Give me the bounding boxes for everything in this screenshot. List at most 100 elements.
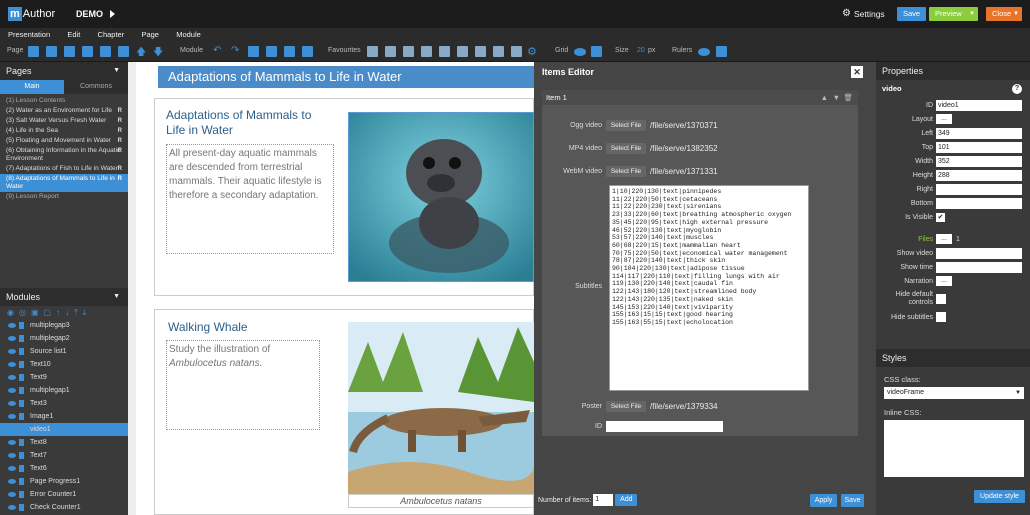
update-style-button[interactable]: Update style	[974, 490, 1025, 503]
ogg-select-file-button[interactable]: Select File	[606, 120, 646, 131]
menu-presentation[interactable]: Presentation	[8, 30, 50, 39]
hide-all-icon[interactable]: ◎	[19, 308, 26, 317]
help-icon[interactable]: ?	[1012, 84, 1022, 94]
visibility-eye-icon[interactable]	[8, 466, 16, 471]
module-item[interactable]: Text8	[0, 436, 128, 449]
visibility-eye-icon[interactable]	[8, 479, 16, 484]
save-button[interactable]: Save	[897, 7, 927, 21]
collapse-icon[interactable]: ▼	[113, 288, 120, 306]
project-name[interactable]: DEMO	[76, 9, 103, 19]
lock-icon[interactable]	[19, 374, 24, 381]
property-input[interactable]	[936, 197, 1022, 209]
illustration-caption[interactable]: Ambulocetus natans	[348, 494, 534, 508]
show-time-field[interactable]	[936, 261, 1022, 273]
redo-icon[interactable]: ↷	[231, 45, 239, 56]
lock-icon[interactable]	[19, 465, 24, 472]
property-input[interactable]: video1	[936, 99, 1022, 111]
module-item[interactable]: Text9	[0, 371, 128, 384]
lock-icon[interactable]	[19, 478, 24, 485]
close-button[interactable]: Close ▼	[986, 7, 1022, 21]
show-video-field[interactable]	[936, 247, 1022, 259]
module-item[interactable]: Error Counter1	[0, 488, 128, 501]
items-save-button[interactable]: Save	[841, 494, 864, 507]
page-item[interactable]: (4) Life in the Sea R	[0, 126, 128, 136]
visibility-eye-icon[interactable]	[8, 401, 16, 406]
favourite-3-icon[interactable]	[403, 46, 414, 57]
subtitles-textarea[interactable]: 1|10|220|130|text|pinnipedes 11|22|220|5…	[609, 185, 809, 391]
grid-eye-icon[interactable]	[574, 48, 586, 56]
lock-icon[interactable]	[19, 491, 24, 498]
property-input[interactable]	[936, 183, 1022, 195]
page-item[interactable]: (6) Obtaining Information in the Aquatic…	[0, 146, 128, 164]
favourite-7-icon[interactable]	[475, 46, 486, 57]
lock-icon[interactable]	[19, 322, 24, 329]
copy-page-icon[interactable]	[46, 46, 57, 57]
lock-icon[interactable]	[19, 400, 24, 407]
hide-default-checkbox[interactable]	[936, 294, 946, 304]
module-item[interactable]: Text10	[0, 358, 128, 371]
menu-chapter[interactable]: Chapter	[98, 30, 125, 39]
move-down-icon[interactable]: ▼	[833, 90, 840, 105]
lock-icon[interactable]	[19, 452, 24, 459]
lock-icon[interactable]	[19, 504, 24, 511]
illustration-frame[interactable]	[348, 322, 534, 494]
visibility-eye-icon[interactable]	[8, 427, 16, 432]
mp4-select-file-button[interactable]: Select File	[606, 143, 646, 154]
id-input[interactable]	[606, 421, 723, 432]
page-item[interactable]: (5) Floating and Movement in Water R	[0, 136, 128, 146]
section-heading[interactable]: Walking Whale	[168, 320, 248, 334]
unlock-all-icon[interactable]: ▢	[44, 308, 52, 317]
visibility-eye-icon[interactable]	[8, 492, 16, 497]
module-item[interactable]: Text7	[0, 449, 128, 462]
move-up-icon[interactable]: 🡅	[136, 45, 146, 62]
preview-button[interactable]: Preview ▼	[929, 7, 978, 21]
move-bottom-icon[interactable]: ⤓	[83, 308, 87, 318]
module-item[interactable]: multiplegap2	[0, 332, 128, 345]
paste-page-icon[interactable]	[64, 46, 75, 57]
move-up-icon[interactable]: ↑	[56, 308, 60, 317]
favourite-1-icon[interactable]	[367, 46, 378, 57]
grid-size-value[interactable]: 20	[637, 47, 645, 54]
study-text[interactable]: Study the illustration of Ambulocetus na…	[166, 340, 320, 430]
page-item[interactable]: (2) Water as an Environment for Life R	[0, 106, 128, 116]
layout-button[interactable]: ...	[936, 114, 952, 124]
visibility-eye-icon[interactable]	[8, 440, 16, 445]
hide-subtitles-checkbox[interactable]	[936, 312, 946, 322]
arrange-icon[interactable]	[302, 46, 313, 57]
video-frame[interactable]	[348, 112, 534, 282]
lock-icon[interactable]	[19, 439, 24, 446]
move-down-icon[interactable]: ↓	[65, 308, 69, 317]
lock-icon[interactable]	[19, 335, 24, 342]
lock-icon[interactable]	[19, 413, 24, 420]
module-item[interactable]: Check Counter1	[0, 501, 128, 514]
page-item-selected[interactable]: (8) Adaptations of Mammals to Life in Wa…	[0, 174, 128, 192]
property-input[interactable]: 352	[936, 155, 1022, 167]
move-top-icon[interactable]: ⤒	[74, 308, 78, 318]
project-play-icon[interactable]	[110, 10, 115, 18]
page-item[interactable]: (1) Lesson Contents	[0, 96, 128, 106]
trash-icon[interactable]: 🗑	[843, 90, 853, 105]
favourite-8-icon[interactable]	[493, 46, 504, 57]
lock-icon[interactable]	[19, 348, 24, 355]
grid-settings-icon[interactable]	[591, 46, 602, 57]
group-icon[interactable]	[266, 46, 277, 57]
property-input[interactable]: 101	[936, 141, 1022, 153]
gear-icon[interactable]: ⚙	[527, 45, 537, 58]
page-item[interactable]: (9) Lesson Report	[0, 192, 128, 202]
intro-text[interactable]: All present-day aquatic mammals are desc…	[166, 144, 334, 254]
module-item[interactable]: Text6	[0, 462, 128, 475]
menu-page[interactable]: Page	[141, 30, 159, 39]
page-item[interactable]: (7) Adaptations of Fish to Life in Water…	[0, 164, 128, 174]
visibility-eye-icon[interactable]	[8, 362, 16, 367]
module-item[interactable]: multiplegap1	[0, 384, 128, 397]
collapse-icon[interactable]: ▼	[113, 62, 120, 80]
lock-icon[interactable]	[19, 387, 24, 394]
menu-module[interactable]: Module	[176, 30, 201, 39]
page-banner[interactable]: Adaptations of Mammals to Life in Water	[158, 66, 534, 88]
webm-select-file-button[interactable]: Select File	[606, 166, 646, 177]
favourite-9-icon[interactable]	[511, 46, 522, 57]
module-item[interactable]: Text3	[0, 397, 128, 410]
visibility-eye-icon[interactable]	[8, 453, 16, 458]
menu-edit[interactable]: Edit	[67, 30, 80, 39]
module-item[interactable]: multiplegap3	[0, 319, 128, 332]
